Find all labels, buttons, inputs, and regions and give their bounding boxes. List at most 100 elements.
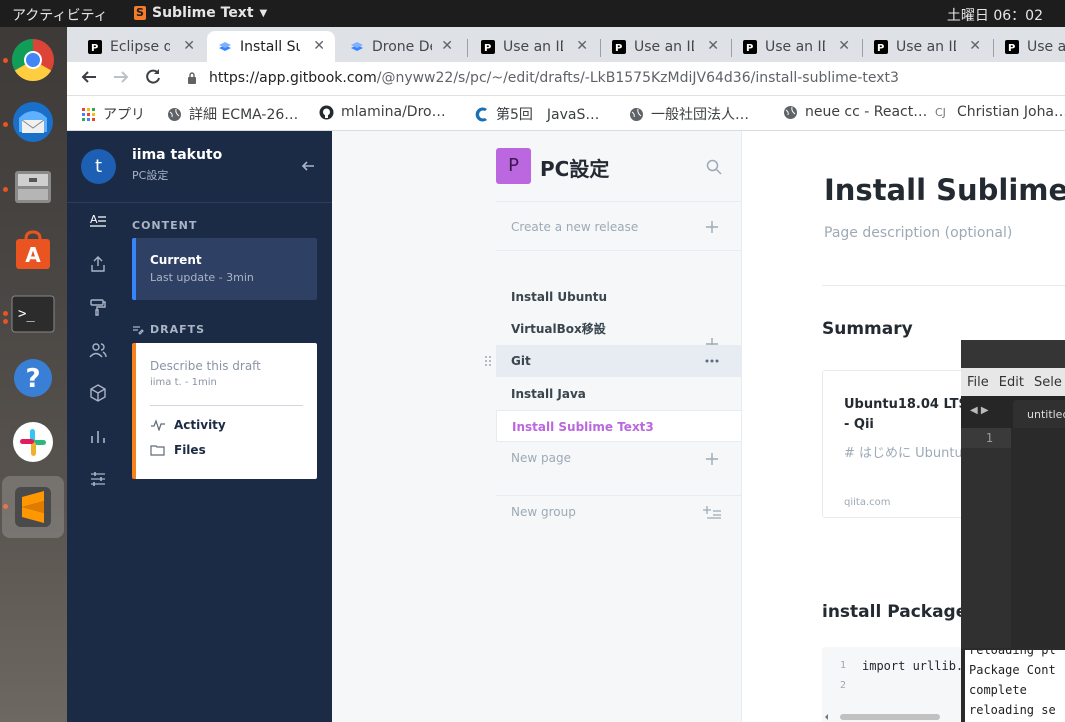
content-icon[interactable]: A — [89, 212, 107, 230]
gitbook-rail: A — [67, 131, 122, 722]
globe-icon — [784, 105, 797, 119]
plus-icon[interactable] — [705, 452, 719, 466]
space-title: PC設定 — [540, 157, 610, 181]
app-menu-label: Sublime Text — [152, 5, 254, 21]
slack-icon[interactable] — [10, 419, 56, 465]
bookmark-item[interactable]: CJ Christian Joha… — [935, 104, 1065, 120]
menu-edit[interactable]: Edit — [999, 375, 1024, 390]
back-button[interactable] — [78, 68, 100, 90]
globe-icon — [630, 107, 643, 121]
bookmark-item[interactable]: neue cc - React… — [783, 104, 927, 120]
svg-text:P: P — [484, 43, 491, 54]
current-subtitle: Last update - 3min — [150, 271, 254, 284]
sublime-gutter — [961, 428, 1011, 648]
close-tab-icon[interactable]: ✕ — [313, 38, 325, 54]
sublime-code-area[interactable] — [1011, 428, 1065, 648]
tab-title: Use an ID — [634, 38, 694, 55]
settings-sliders-icon[interactable] — [89, 470, 107, 488]
running-indicator — [3, 319, 8, 324]
draft-description[interactable]: Describe this draft — [150, 359, 261, 373]
bookmark-label: mlamina/Dro… — [341, 104, 446, 120]
tab-title: Install Sub — [240, 38, 300, 55]
current-version-card[interactable]: Current Last update - 3min — [132, 238, 317, 300]
analytics-icon[interactable] — [89, 427, 107, 445]
sublime-text-window[interactable]: File Edit Sele ◀ ▶ untitled 1 reloading … — [961, 340, 1065, 722]
code-line-number: 2 — [840, 680, 847, 691]
lock-icon[interactable] — [187, 72, 197, 84]
menu-file[interactable]: File — [967, 375, 989, 390]
browser-tab[interactable]: P Use a — [994, 31, 1065, 62]
bookmark-item[interactable]: mlamina/Dro… — [319, 104, 446, 120]
gitbook-favicon-icon — [351, 41, 363, 51]
software-center-icon[interactable]: A — [10, 227, 56, 273]
activities-button[interactable]: アクティビティ — [12, 5, 108, 25]
browser-tab-active[interactable]: Install Sub ✕ — [207, 31, 335, 62]
url-path: /@nyww22/s/pc/~/edit/drafts/-LkB1575KzMd… — [376, 70, 899, 86]
integrations-box-icon[interactable] — [89, 384, 107, 402]
draft-card[interactable]: Describe this draft iima t. - 1min Activ… — [132, 343, 317, 479]
help-icon[interactable]: ? — [10, 355, 56, 401]
table-of-contents-panel: P PC設定 Create a new release Install Ubun… — [332, 131, 742, 722]
files-link[interactable]: Files — [150, 443, 206, 457]
close-tab-icon[interactable]: ✕ — [969, 38, 981, 54]
sublime-text-icon[interactable] — [10, 484, 56, 530]
sublime-tab[interactable]: untitled — [1013, 400, 1065, 428]
add-group-icon[interactable] — [703, 505, 721, 519]
browser-tab[interactable]: P Use an ID ✕ — [732, 31, 860, 62]
globe-icon — [168, 107, 181, 121]
activity-link[interactable]: Activity — [150, 418, 226, 432]
sublime-console[interactable]: reloading pl Package Cont complete reloa… — [965, 650, 1065, 722]
bookmark-item[interactable]: 一般社団法人… — [629, 104, 749, 124]
bookmark-item[interactable]: 詳細 ECMA-26… — [167, 104, 298, 124]
browser-tab[interactable]: P Use an ID ✕ — [601, 31, 729, 62]
tab-nav-arrows-icon[interactable]: ◀ ▶ — [970, 405, 989, 416]
github-icon — [319, 105, 334, 119]
toc-page-item[interactable]: Install Ubuntu — [496, 281, 741, 313]
page-description-field[interactable]: Page description (optional) — [824, 225, 1012, 241]
thunderbird-icon[interactable] — [10, 99, 56, 145]
bookmark-item[interactable]: 第5回 JavaS… — [474, 104, 599, 124]
back-arrow-icon — [81, 71, 96, 83]
files-icon[interactable] — [10, 163, 56, 209]
embed-source: qiita.com — [844, 497, 891, 508]
close-tab-icon[interactable]: ✕ — [183, 38, 195, 54]
bookmark-label: Christian Joha… — [957, 104, 1065, 120]
browser-tab[interactable]: P Eclipse de ✕ — [77, 31, 205, 62]
menu-selection[interactable]: Sele — [1034, 375, 1062, 390]
reload-icon — [146, 69, 160, 84]
close-tab-icon[interactable]: ✕ — [838, 38, 850, 54]
plus-icon[interactable] — [705, 220, 719, 234]
current-title: Current — [150, 253, 202, 267]
search-icon[interactable] — [706, 159, 722, 175]
content-section-label: CONTENT — [132, 219, 198, 232]
app-menu[interactable]: S Sublime Text ▼ — [134, 5, 267, 21]
url-field[interactable]: https://app.gitbook.com/@nyww22/s/pc/~/e… — [209, 70, 899, 86]
close-tab-icon[interactable]: ✕ — [441, 38, 453, 54]
browser-tab[interactable]: P Use an ID ✕ — [863, 31, 991, 62]
browser-tab[interactable]: Drone De ✕ — [339, 31, 463, 62]
reload-button[interactable] — [142, 68, 164, 90]
share-icon[interactable] — [89, 255, 107, 273]
paint-roller-icon[interactable] — [89, 298, 107, 316]
tab-favicon-icon: P — [1005, 39, 1019, 54]
clock[interactable]: 土曜日 06：02 — [947, 5, 1043, 25]
sublime-titlebar[interactable] — [961, 340, 1065, 368]
forward-button[interactable] — [110, 68, 132, 90]
page-title[interactable]: Install Sublime Tex — [824, 173, 1065, 207]
chrome-icon[interactable] — [10, 37, 56, 83]
members-icon[interactable] — [89, 341, 107, 359]
browser-tab[interactable]: P Use an ID ✕ — [470, 31, 598, 62]
sublime-logo-icon: S — [134, 6, 146, 20]
tab-favicon-icon: P — [88, 39, 102, 54]
close-tab-icon[interactable]: ✕ — [707, 38, 719, 54]
toc-page-item-selected[interactable]: Install Sublime Text3 — [496, 410, 741, 442]
toc-page-item[interactable]: Install Java — [496, 378, 741, 410]
drag-handle-icon[interactable] — [484, 355, 494, 367]
close-tab-icon[interactable]: ✕ — [576, 38, 588, 54]
more-options-icon[interactable] — [705, 359, 719, 363]
terminal-icon[interactable]: >_ — [10, 291, 56, 337]
user-name: iima takuto — [132, 147, 223, 163]
summary-heading[interactable]: Summary — [822, 319, 913, 339]
collapse-sidebar-icon[interactable] — [301, 159, 315, 173]
bookmark-apps[interactable]: アプリ — [81, 104, 145, 124]
